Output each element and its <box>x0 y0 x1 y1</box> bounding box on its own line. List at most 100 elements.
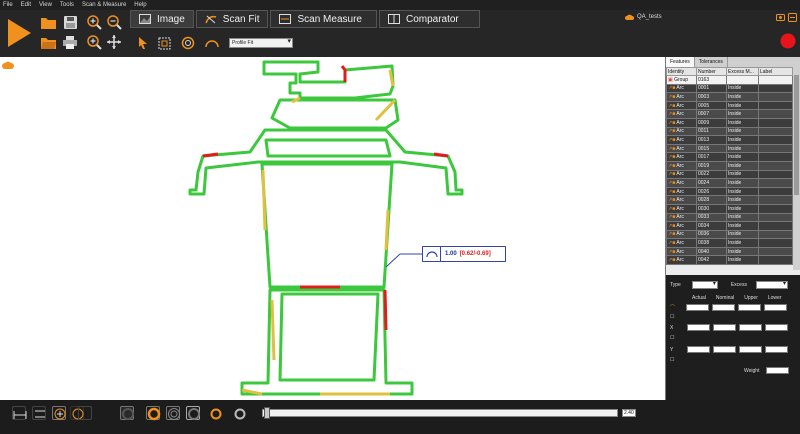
menu-tools[interactable]: Tools <box>60 0 74 10</box>
zoom-out-button[interactable] <box>106 14 122 30</box>
save-button[interactable] <box>62 14 78 30</box>
arc-nominal-field[interactable] <box>712 304 736 311</box>
table-row[interactable]: ↗■ Arc 0011 Inside <box>666 126 793 137</box>
excess-cell: Inside <box>726 212 759 223</box>
col-identity[interactable]: Identity <box>666 67 697 76</box>
print-button[interactable] <box>62 34 78 50</box>
excess-select[interactable] <box>755 280 788 289</box>
tab-image[interactable]: Image <box>130 10 194 28</box>
table-row[interactable]: ↗■ Arc 0015 Inside <box>666 143 793 154</box>
arc-upper-field[interactable] <box>738 304 762 311</box>
number-cell: 0028 <box>696 195 727 205</box>
table-row[interactable]: ↗■ Arc 0009 Inside <box>666 117 793 128</box>
measure-h-button[interactable] <box>12 406 27 420</box>
x-nominal-field[interactable] <box>713 324 737 331</box>
arc-fit-icon[interactable] <box>205 38 219 48</box>
table-row[interactable]: ↗■ Arc 0024 Inside <box>666 178 793 188</box>
point-button[interactable] <box>52 406 66 420</box>
measurement-callout[interactable]: 1.00 [0.62/-0.69] <box>422 246 506 262</box>
table-row[interactable]: ↗■ Arc 0007 Inside <box>666 109 793 119</box>
x-actual-field[interactable] <box>687 324 711 331</box>
tab-scan-fit[interactable]: Scan Fit <box>195 10 269 28</box>
circle-fit-icon[interactable] <box>181 36 195 50</box>
x-checkbox-icon[interactable]: ☐ <box>670 335 674 341</box>
x-upper-field[interactable] <box>739 324 763 331</box>
table-row[interactable]: ↗■ Arc 0017 Inside <box>666 152 793 162</box>
arc-actual-field[interactable] <box>686 304 710 311</box>
table-row[interactable]: ↗■ Arc 0019 Inside <box>666 160 793 171</box>
slider-knob[interactable] <box>264 407 270 419</box>
col-label[interactable]: Label <box>758 67 793 76</box>
ring-dark-button[interactable] <box>120 406 134 420</box>
y-actual-field[interactable] <box>687 346 711 353</box>
nominal-header: Nominal <box>715 295 735 301</box>
actual-header: Actual <box>692 295 706 301</box>
type-select[interactable] <box>691 280 718 289</box>
ring-button-3[interactable] <box>166 406 180 420</box>
y-nominal-field[interactable] <box>713 346 737 353</box>
table-row[interactable]: ↗■ Arc 0005 Inside <box>666 100 793 111</box>
open-button[interactable] <box>40 14 56 30</box>
pointer-icon[interactable] <box>138 37 148 49</box>
table-row[interactable]: ↗■ Arc 0001 Inside <box>666 83 793 94</box>
ring-button-6[interactable] <box>232 406 246 420</box>
table-row[interactable]: ↗■ Arc 0034 Inside <box>666 221 793 231</box>
table-row[interactable]: ↗■ Arc 0033 Inside <box>666 212 793 223</box>
table-row[interactable]: ↗■ Arc 0022 Inside <box>666 169 793 180</box>
weight-field[interactable] <box>766 367 790 374</box>
table-row[interactable]: ↗■ Arc 0038 Inside <box>666 238 793 248</box>
distance-button[interactable] <box>78 406 92 420</box>
region-select-icon[interactable] <box>158 37 171 50</box>
y-upper-field[interactable] <box>739 346 763 353</box>
table-row[interactable]: ↗■ Arc 0030 Inside <box>666 203 793 214</box>
tab-scan-measure[interactable]: Scan Measure <box>270 10 377 28</box>
menu-view[interactable]: View <box>39 0 52 10</box>
comparator-icon <box>387 14 400 24</box>
zoom-fit-button[interactable] <box>86 34 102 50</box>
menu-file[interactable]: File <box>3 0 13 10</box>
tab-features[interactable]: Features <box>666 57 695 67</box>
ring-button-4[interactable] <box>186 406 200 420</box>
col-excess[interactable]: Excess M... <box>726 67 759 76</box>
table-row-group[interactable]: ▣ Group 0163 <box>666 75 793 85</box>
menu-help[interactable]: Help <box>134 0 146 10</box>
zoom-value-field[interactable]: 2.40 <box>622 409 636 417</box>
measure-v-button[interactable] <box>32 406 46 420</box>
run-button[interactable] <box>4 16 34 50</box>
scan-canvas[interactable]: 1.00 [0.62/-0.69] <box>0 57 665 400</box>
table-row[interactable]: ↗■ Arc 0003 Inside <box>666 92 793 102</box>
menu-scan-measure[interactable]: Scan & Measure <box>82 0 126 10</box>
table-row[interactable]: ↗■ Arc 0028 Inside <box>666 195 793 205</box>
weight-label: Weight <box>744 367 760 374</box>
col-number[interactable]: Number <box>696 67 727 76</box>
checkbox-icon[interactable]: ☐ <box>670 314 674 320</box>
table-row[interactable]: ↗■ Arc 0040 Inside <box>666 246 793 257</box>
ring-button-5[interactable] <box>208 406 222 420</box>
record-button[interactable] <box>779 32 797 50</box>
scrollbar-thumb[interactable] <box>794 75 799 195</box>
frame-slider[interactable] <box>262 407 618 419</box>
group-number-cell: 0163 <box>696 75 727 85</box>
table-row[interactable]: ↗■ Arc 0026 Inside <box>666 186 793 197</box>
table-row[interactable]: ↗■ Arc 0042 Inside <box>666 255 793 266</box>
ring-button-2[interactable] <box>146 406 161 421</box>
pan-button[interactable] <box>106 34 122 50</box>
settings-button[interactable] <box>775 12 785 22</box>
identity-cell: ↗■ Arc <box>666 126 697 137</box>
zoom-in-button[interactable] <box>86 14 102 30</box>
y-checkbox-icon[interactable]: ☐ <box>670 357 674 363</box>
print-icon <box>63 35 77 49</box>
tab-tolerances[interactable]: Tolerances <box>695 57 728 67</box>
menu-edit[interactable]: Edit <box>21 0 31 10</box>
x-lower-field[interactable] <box>765 324 789 331</box>
fit-mode-select[interactable]: Profile Fit <box>229 38 293 48</box>
export-button[interactable] <box>787 12 797 22</box>
arc-icon <box>423 247 441 261</box>
features-scrollbar[interactable] <box>793 67 800 270</box>
y-lower-field[interactable] <box>765 346 789 353</box>
table-row[interactable]: ↗■ Arc 0036 Inside <box>666 229 793 240</box>
table-row[interactable]: ↗■ Arc 0013 Inside <box>666 135 793 145</box>
arc-lower-field[interactable] <box>764 304 788 311</box>
tab-comparator[interactable]: Comparator <box>378 10 480 28</box>
open-folder-button[interactable] <box>40 34 56 50</box>
